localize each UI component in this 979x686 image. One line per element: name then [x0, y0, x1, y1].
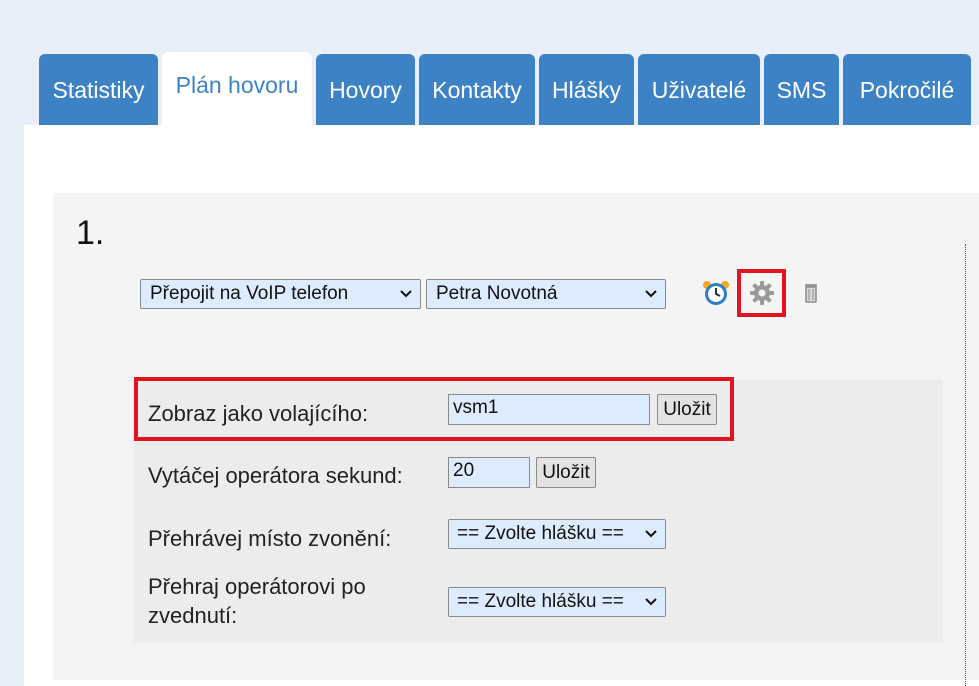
- divider: [965, 244, 967, 686]
- tab-kontakty[interactable]: Kontakty: [419, 54, 535, 125]
- step-number: 1.: [76, 214, 105, 252]
- on-pickup-label-line2: zvednutí:: [148, 603, 238, 628]
- on-pickup-label: Přehraj operátorovi po zvednutí:: [148, 572, 366, 630]
- chevron-down-icon: [645, 598, 657, 606]
- ring-play-label: Přehrávej místo zvonění:: [148, 526, 392, 551]
- dial-seconds-label: Vytáčej operátora sekund:: [148, 463, 403, 488]
- chevron-down-icon: [645, 530, 657, 538]
- tab-hlasky[interactable]: Hlášky: [539, 54, 634, 125]
- tab-bar: Statistiky Plán hovoru Hovory Kontakty H…: [24, 24, 979, 125]
- on-pickup-select[interactable]: == Zvolte hlášku ==: [448, 587, 666, 617]
- tab-hovory[interactable]: Hovory: [316, 54, 415, 125]
- dial-seconds-input[interactable]: 20: [448, 457, 530, 488]
- chevron-down-icon: [645, 290, 657, 298]
- tab-uzivatele[interactable]: Uživatelé: [638, 54, 760, 125]
- on-pickup-select-value: == Zvolte hlášku ==: [457, 591, 624, 612]
- gear-icon[interactable]: [748, 279, 776, 307]
- chevron-down-icon: [400, 290, 412, 298]
- alarm-clock-icon[interactable]: [702, 279, 730, 307]
- action-select-value: Přepojit na VoIP telefon: [150, 283, 349, 304]
- save-dial-seconds-button[interactable]: Uložit: [536, 457, 596, 488]
- target-select-value: Petra Novotná: [436, 283, 558, 304]
- tab-pokrocile[interactable]: Pokročilé: [843, 54, 971, 125]
- ring-play-select[interactable]: == Zvolte hlášku ==: [448, 519, 666, 549]
- ring-play-select-value: == Zvolte hlášku ==: [457, 523, 624, 544]
- trash-can-icon[interactable]: [797, 279, 825, 307]
- page: Statistiky Plán hovoru Hovory Kontakty H…: [24, 24, 979, 686]
- caller-id-label: Zobraz jako volajícího:: [148, 401, 369, 426]
- target-select[interactable]: Petra Novotná: [426, 279, 666, 309]
- save-caller-id-button[interactable]: Uložit: [657, 394, 717, 425]
- on-pickup-label-line1: Přehraj operátorovi po: [148, 574, 366, 599]
- tab-plan-hovoru[interactable]: Plán hovoru: [162, 52, 312, 125]
- caller-id-input[interactable]: vsm1: [448, 394, 650, 425]
- action-select[interactable]: Přepojit na VoIP telefon: [140, 279, 421, 309]
- tab-statistiky[interactable]: Statistiky: [39, 54, 158, 125]
- tab-sms[interactable]: SMS: [764, 54, 839, 125]
